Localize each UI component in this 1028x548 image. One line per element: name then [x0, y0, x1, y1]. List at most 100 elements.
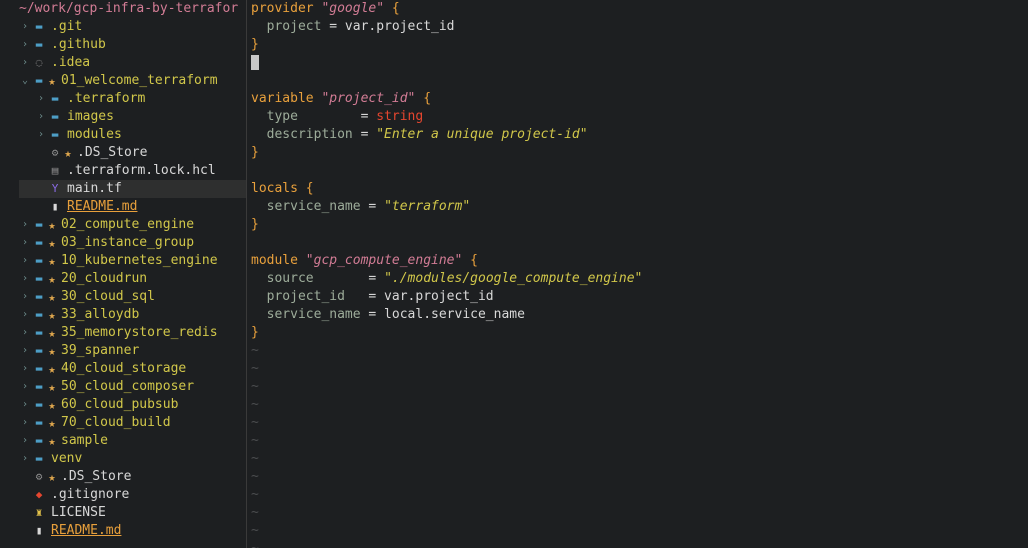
- tree-folder-item[interactable]: › ▬ .git: [0, 18, 246, 36]
- chevron-right-icon[interactable]: ›: [20, 270, 30, 288]
- code-token: service_name: [251, 307, 361, 322]
- star-icon: ★: [48, 362, 56, 376]
- folder-icon: ▬: [35, 326, 43, 339]
- chevron-right-icon[interactable]: ›: [20, 414, 30, 432]
- chevron-right-icon[interactable]: ›: [20, 450, 30, 468]
- folder-icon: ▬: [35, 74, 43, 87]
- tree-folder-item[interactable]: › ▬ ★ sample: [0, 432, 246, 450]
- chevron-right-icon[interactable]: ›: [20, 252, 30, 270]
- chevron-right-icon[interactable]: ›: [20, 216, 30, 234]
- tree-file-item[interactable]: ⚙ ★ .DS_Store: [0, 144, 246, 162]
- chevron-right-icon[interactable]: ›: [20, 18, 30, 36]
- code-line: service_name = local.service_name: [247, 306, 1028, 324]
- tree-file-item[interactable]: Ymain.tf: [19, 180, 246, 198]
- code-token: "gcp_compute_engine": [305, 253, 463, 268]
- chevron-right-icon[interactable]: ›: [20, 54, 30, 72]
- tree-folder-item[interactable]: › ▬ .terraform: [0, 90, 246, 108]
- tree-item-label: 20_cloudrun: [61, 271, 148, 286]
- code-token: }: [251, 145, 259, 160]
- tree-file-item[interactable]: ⚙ ★ .DS_Store: [0, 468, 246, 486]
- empty-line-marker: ~: [251, 487, 259, 502]
- chevron-right-icon[interactable]: ›: [36, 108, 46, 126]
- code-token: provider: [251, 1, 322, 16]
- chevron-right-icon[interactable]: ›: [20, 342, 30, 360]
- tree-folder-item[interactable]: › ▬ images: [0, 108, 246, 126]
- tree-item-label: 03_instance_group: [61, 235, 195, 250]
- star-icon: ★: [48, 434, 56, 448]
- code-token: =: [297, 109, 377, 124]
- code-token: project: [251, 19, 322, 34]
- markdown-icon: ▮: [51, 200, 59, 213]
- code-token: module: [251, 253, 306, 268]
- tree-file-item[interactable]: ▤ .terraform.lock.hcl: [0, 162, 246, 180]
- folder-icon: ▬: [35, 290, 43, 303]
- tree-item-label: README.md: [51, 523, 122, 538]
- tree-folder-item[interactable]: › ▬ ★ 33_alloydb: [0, 306, 246, 324]
- tree-folder-item[interactable]: › ▬ ★ 60_cloud_pubsub: [0, 396, 246, 414]
- tree-item-label: images: [67, 109, 114, 124]
- tree-folder-item[interactable]: › ▬ ★ 70_cloud_build: [0, 414, 246, 432]
- code-token: = local.service_name: [360, 307, 525, 322]
- chevron-right-icon[interactable]: ›: [36, 90, 46, 108]
- tree-item-label: .DS_Store: [61, 469, 132, 484]
- chevron-right-icon[interactable]: ›: [20, 36, 30, 54]
- tree-item-label: sample: [61, 433, 108, 448]
- star-icon: ★: [48, 344, 56, 358]
- tree-item-label: 02_compute_engine: [61, 217, 195, 232]
- folder-icon: ▬: [51, 110, 59, 123]
- tree-file-item[interactable]: ▮ README.md: [0, 198, 246, 216]
- code-token: = var.project_id: [344, 289, 494, 304]
- tree-folder-item[interactable]: › ▬ ★ 10_kubernetes_engine: [0, 252, 246, 270]
- folder-icon: ▬: [51, 128, 59, 141]
- folder-icon: ▬: [35, 416, 43, 429]
- tree-folder-item[interactable]: › ▬ venv: [0, 450, 246, 468]
- tree-file-item[interactable]: ♜ LICENSE: [0, 504, 246, 522]
- code-line: [247, 54, 1028, 72]
- empty-line-marker: ~: [251, 433, 259, 448]
- tree-folder-item[interactable]: › ▬ .github: [0, 36, 246, 54]
- star-icon: ★: [48, 254, 56, 268]
- tree-item-label: 40_cloud_storage: [61, 361, 187, 376]
- chevron-right-icon[interactable]: ›: [20, 396, 30, 414]
- tree-folder-item[interactable]: › ▬ ★ 20_cloudrun: [0, 270, 246, 288]
- chevron-right-icon[interactable]: ›: [20, 432, 30, 450]
- code-token: "google": [321, 1, 385, 16]
- code-line: }: [247, 216, 1028, 234]
- folder-icon: ▬: [35, 236, 43, 249]
- code-line: type = string: [247, 108, 1028, 126]
- code-line: }: [247, 36, 1028, 54]
- chevron-right-icon[interactable]: ›: [20, 288, 30, 306]
- chevron-right-icon[interactable]: ›: [36, 126, 46, 144]
- code-line: description = "Enter a unique project-id…: [247, 126, 1028, 144]
- star-icon: ★: [48, 236, 56, 250]
- code-line: project_id = var.project_id: [247, 288, 1028, 306]
- chevron-right-icon[interactable]: ›: [20, 324, 30, 342]
- tree-folder-item[interactable]: › ▬ ★ 40_cloud_storage: [0, 360, 246, 378]
- code-token: "Enter a unique project-id": [376, 127, 588, 142]
- tree-item-label: .idea: [51, 55, 91, 70]
- dotted-circle-icon: ◌: [35, 56, 43, 69]
- star-icon: ★: [64, 146, 72, 160]
- chevron-right-icon[interactable]: ›: [20, 378, 30, 396]
- empty-line-marker: ~: [251, 361, 259, 376]
- tree-folder-item[interactable]: › ▬ ★ 39_spanner: [0, 342, 246, 360]
- tree-folder-item[interactable]: › ◌ .idea: [0, 54, 246, 72]
- tree-folder-item[interactable]: › ▬ ★ 02_compute_engine: [0, 216, 246, 234]
- chevron-right-icon[interactable]: ›: [20, 306, 30, 324]
- tree-folder-item[interactable]: › ▬ ★ 30_cloud_sql: [0, 288, 246, 306]
- code-editor[interactable]: provider "google" { project = var.projec…: [247, 0, 1028, 548]
- tree-root-path[interactable]: ~/work/gcp-infra-by-terrafor: [0, 0, 246, 18]
- chevron-right-icon[interactable]: ›: [20, 360, 30, 378]
- git-icon: ◆: [35, 488, 43, 501]
- tree-folder-item[interactable]: › ▬ ★ 50_cloud_composer: [0, 378, 246, 396]
- tree-file-item[interactable]: ▮ README.md: [0, 522, 246, 540]
- chevron-down-icon[interactable]: ⌄: [20, 72, 30, 90]
- folder-icon: ▬: [35, 308, 43, 321]
- tree-folder-item[interactable]: ⌄ ▬ ★ 01_welcome_terraform: [0, 72, 246, 90]
- tree-file-item[interactable]: ◆ .gitignore: [0, 486, 246, 504]
- chevron-right-icon[interactable]: ›: [20, 234, 30, 252]
- tree-folder-item[interactable]: › ▬ modules: [0, 126, 246, 144]
- tree-folder-item[interactable]: › ▬ ★ 35_memorystore_redis: [0, 324, 246, 342]
- tree-folder-item[interactable]: › ▬ ★ 03_instance_group: [0, 234, 246, 252]
